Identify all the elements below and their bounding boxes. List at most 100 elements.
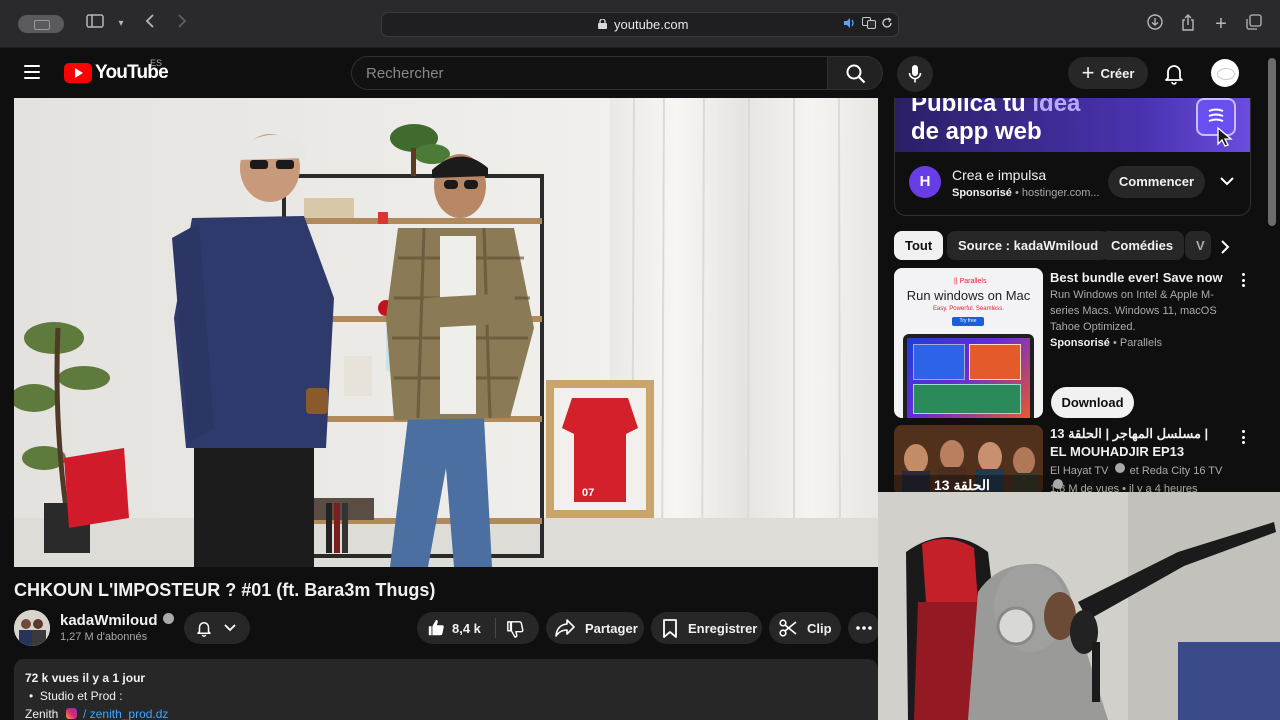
like-count: 8,4 k <box>452 621 481 636</box>
search-box[interactable] <box>351 56 828 90</box>
speaker-icon[interactable] <box>843 17 856 32</box>
instagram-link[interactable]: / zenith_prod.dz <box>83 707 168 720</box>
ad-banner[interactable]: Publica tu idea de app web <box>895 98 1250 152</box>
sponsored-ad-card[interactable]: Publica tu idea de app web H Crea e impu… <box>894 98 1251 216</box>
subscriber-count: 1,27 M d'abonnés <box>60 631 148 643</box>
ad-banner-line2: de app web <box>911 118 1042 145</box>
downloads-icon[interactable] <box>1144 14 1166 36</box>
windows-window <box>913 344 965 380</box>
channel-name[interactable]: kadaWmiloud <box>60 612 174 629</box>
share-label: Partager <box>585 620 638 636</box>
parallels-tagline: Easy. Powerful. Seamless. <box>933 306 1004 312</box>
translate-icon[interactable] <box>862 17 876 32</box>
share-icon[interactable] <box>1177 14 1199 37</box>
jersey-number: 07 <box>582 487 594 499</box>
forward-icon[interactable] <box>171 14 193 34</box>
chip-partial[interactable]: V <box>1185 231 1211 260</box>
ad-banner-line1-b: idea <box>1032 98 1081 117</box>
address-bar[interactable]: youtube.com <box>381 12 899 37</box>
sidebar-toggle-icon[interactable] <box>84 14 106 34</box>
rec-sponsored-label: Sponsorisé <box>1050 337 1110 349</box>
parallels-brand: || Parallels <box>954 278 987 285</box>
divider <box>495 618 496 638</box>
new-tab-icon[interactable]: + <box>1210 14 1232 34</box>
credit-prefix: Zenith <box>25 707 59 720</box>
menu-icon[interactable] <box>24 65 40 79</box>
page-scrollbar[interactable] <box>1268 58 1276 226</box>
parallels-headline: Run windows on Mac <box>906 288 1031 303</box>
account-avatar[interactable] <box>1211 59 1239 87</box>
bookmark-icon <box>663 618 677 638</box>
mic-icon <box>908 65 922 83</box>
ad-title[interactable]: Crea e impulsa <box>952 167 1046 183</box>
rec-thumbnail-mouhadjir[interactable]: الحلقة 13 <box>894 425 1043 495</box>
ad-sponsor-line: Sponsorisé • hostinger.com... <box>952 187 1100 199</box>
chevron-down-icon[interactable]: ▾ <box>110 14 132 34</box>
more-actions-button[interactable] <box>848 612 880 644</box>
region-code: ES <box>150 58 163 68</box>
verified-icon <box>1114 463 1125 473</box>
ad-domain: • hostinger.com... <box>1014 187 1100 199</box>
like-button[interactable]: 8,4 k <box>417 612 495 644</box>
more-vertical-icon[interactable] <box>1242 273 1246 287</box>
more-vertical-icon[interactable] <box>1242 430 1246 444</box>
laptop-screen <box>907 338 1030 418</box>
back-icon[interactable] <box>139 14 161 34</box>
desktop-window <box>913 384 1021 414</box>
ad-cta-button[interactable]: Commencer <box>1108 166 1205 198</box>
subscription-bell-button[interactable] <box>184 612 250 644</box>
hostinger-logo[interactable]: H <box>909 166 941 198</box>
like-dislike-group: 8,4 k <box>417 612 539 644</box>
rec-channel-2: et Reda City 16 TV <box>1129 465 1223 477</box>
dislike-button[interactable] <box>497 612 539 644</box>
notifications-bell-icon[interactable] <box>1162 61 1186 85</box>
share-arrow-icon <box>555 619 575 637</box>
verified-icon <box>162 613 174 624</box>
rec-title[interactable]: Best bundle ever! Save now <box>1050 269 1230 287</box>
browser-toolbar: ▾ youtube.com + <box>0 0 1280 48</box>
search-input[interactable] <box>352 57 827 89</box>
instagram-icon <box>65 708 77 719</box>
save-label: Enregistrer <box>688 620 758 636</box>
create-button[interactable]: + Créer <box>1068 57 1148 89</box>
chip-source[interactable]: Source : kadaWmiloud <box>947 231 1110 260</box>
cursor-arrow-icon <box>1217 126 1233 147</box>
rec-sponsor-line: Sponsorisé • Parallels <box>1050 335 1225 351</box>
rec-thumbnail-parallels[interactable]: || Parallels Run windows on Mac Easy. Po… <box>894 268 1043 418</box>
voice-search-button[interactable] <box>897 56 933 92</box>
scissors-icon <box>779 619 797 637</box>
tab-overview-button[interactable] <box>18 15 64 33</box>
more-horizontal-icon <box>856 626 872 630</box>
download-button[interactable]: Download <box>1051 387 1134 418</box>
webcam-feed <box>878 492 1280 720</box>
channel-avatar[interactable] <box>14 610 50 646</box>
reload-icon[interactable] <box>881 17 893 32</box>
video-title: CHKOUN L'IMPOSTEUR ? #01 (ft. Bara3m Thu… <box>14 580 436 600</box>
clip-button[interactable]: Clip <box>769 612 841 644</box>
chevron-right-icon[interactable] <box>1219 240 1231 254</box>
chip-comedies[interactable]: Comédies <box>1100 231 1185 260</box>
ad-sponsored-label: Sponsorisé <box>952 187 1012 199</box>
lock-icon <box>598 19 607 29</box>
search-button[interactable] <box>827 56 883 90</box>
chevron-down-icon <box>224 624 236 632</box>
share-button[interactable]: Partager <box>546 612 644 644</box>
view-stats: 72 k vues il y a 1 jour <box>25 671 146 685</box>
chip-all[interactable]: Tout <box>894 231 944 260</box>
search-icon <box>846 64 866 84</box>
laptop-frame <box>903 334 1034 418</box>
channel-name-text: kadaWmiloud <box>60 612 158 629</box>
save-button[interactable]: Enregistrer <box>651 612 762 644</box>
rec-advertiser: • Parallels <box>1112 337 1163 349</box>
rec-title[interactable]: مسلسل المهاجر | الحلقة 13 | EL MOUHADJIR… <box>1050 425 1220 461</box>
rec-channel-1: El Hayat TV <box>1050 465 1109 477</box>
description-bullet-text: Studio et Prod : <box>39 689 123 703</box>
tabs-icon[interactable] <box>1243 14 1265 36</box>
create-label: Créer <box>1100 65 1135 81</box>
youtube-play-icon <box>64 63 92 83</box>
video-player[interactable]: 07 <box>14 98 878 567</box>
ad-banner-line1: Publica tu idea <box>911 98 1080 118</box>
chevron-down-icon[interactable] <box>1220 174 1234 188</box>
thumbs-down-icon <box>507 621 524 638</box>
thumbs-up-icon <box>428 619 444 636</box>
